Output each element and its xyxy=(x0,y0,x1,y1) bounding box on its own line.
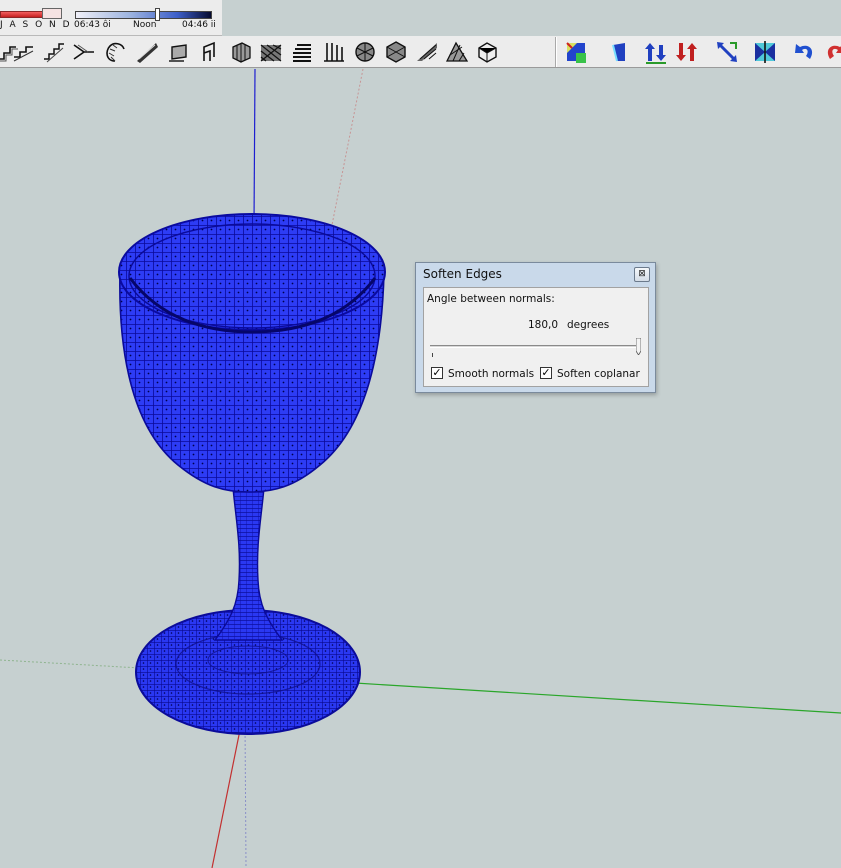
smooth-normals-label: Smooth normals xyxy=(448,368,535,380)
axes-select-icon[interactable] xyxy=(564,39,590,65)
cube-frame-icon[interactable] xyxy=(228,39,254,65)
spiral-stair-icon[interactable] xyxy=(102,39,128,65)
modeling-viewport[interactable] xyxy=(0,69,841,868)
ramp-icon[interactable] xyxy=(134,39,160,65)
angle-slider[interactable] xyxy=(430,345,638,348)
smooth-normals-checkbox[interactable]: ✓ xyxy=(431,367,443,379)
axis-blue-up xyxy=(253,69,256,226)
box-icon[interactable] xyxy=(474,39,500,65)
stand-up-icon[interactable] xyxy=(607,39,633,65)
slope-icon[interactable] xyxy=(414,39,440,65)
stack-icon[interactable] xyxy=(289,39,315,65)
soften-coplanar-checkbox[interactable]: ✓ xyxy=(540,367,552,379)
soften-edges-dialog: Soften Edges ⊠ Angle between normals: 18… xyxy=(415,262,656,393)
toolbar-separator xyxy=(555,37,557,67)
mirror-icon[interactable] xyxy=(752,39,778,65)
dialog-title: Soften Edges xyxy=(423,267,502,281)
axis-green-right xyxy=(354,682,841,714)
axis-red-down xyxy=(211,729,241,868)
time-slider-track[interactable] xyxy=(75,11,212,19)
scene-canvas xyxy=(0,69,841,868)
fence-icon[interactable] xyxy=(321,39,347,65)
move-up-icon[interactable] xyxy=(643,39,669,65)
circle-lattice-icon[interactable] xyxy=(352,39,378,65)
angle-unit: degrees xyxy=(567,319,610,331)
month-labels: J A S O N D xyxy=(0,20,72,30)
move-down-icon[interactable] xyxy=(674,39,700,65)
redo-icon[interactable] xyxy=(822,39,841,65)
axis-green-left xyxy=(0,659,141,669)
close-icon[interactable]: ⊠ xyxy=(634,267,650,282)
month-slider-thumb[interactable] xyxy=(42,8,62,19)
stair-tool-4-icon[interactable] xyxy=(71,39,97,65)
sunset-time: 04:46 ii xyxy=(182,20,216,30)
angle-value: 180,0 xyxy=(528,319,559,331)
scale-icon[interactable] xyxy=(714,39,740,65)
chair-icon[interactable] xyxy=(197,39,223,65)
stair-tool-3-icon[interactable] xyxy=(41,39,67,65)
noon-label: Noon xyxy=(133,20,157,30)
dialog-body: Angle between normals: 180,0 degrees ✓ S… xyxy=(423,287,649,387)
undo-icon[interactable] xyxy=(792,39,818,65)
axis-blue-down xyxy=(244,719,247,868)
shadow-toolbar: J A S O N D 06:43 ôi Noon 04:46 ii xyxy=(0,0,222,36)
stair-tool-2-icon[interactable] xyxy=(11,39,37,65)
slider-tick xyxy=(432,353,433,357)
roof-icon[interactable] xyxy=(166,39,192,65)
truss-icon[interactable] xyxy=(444,39,470,65)
angle-slider-thumb[interactable] xyxy=(635,337,642,356)
axis-red-up xyxy=(329,69,364,236)
lattice-icon[interactable] xyxy=(258,39,284,65)
angle-label: Angle between normals: xyxy=(427,293,555,305)
hex-lattice-icon[interactable] xyxy=(383,39,409,65)
sunrise-time: 06:43 ôi xyxy=(74,20,111,30)
soften-coplanar-label: Soften coplanar xyxy=(557,368,640,380)
